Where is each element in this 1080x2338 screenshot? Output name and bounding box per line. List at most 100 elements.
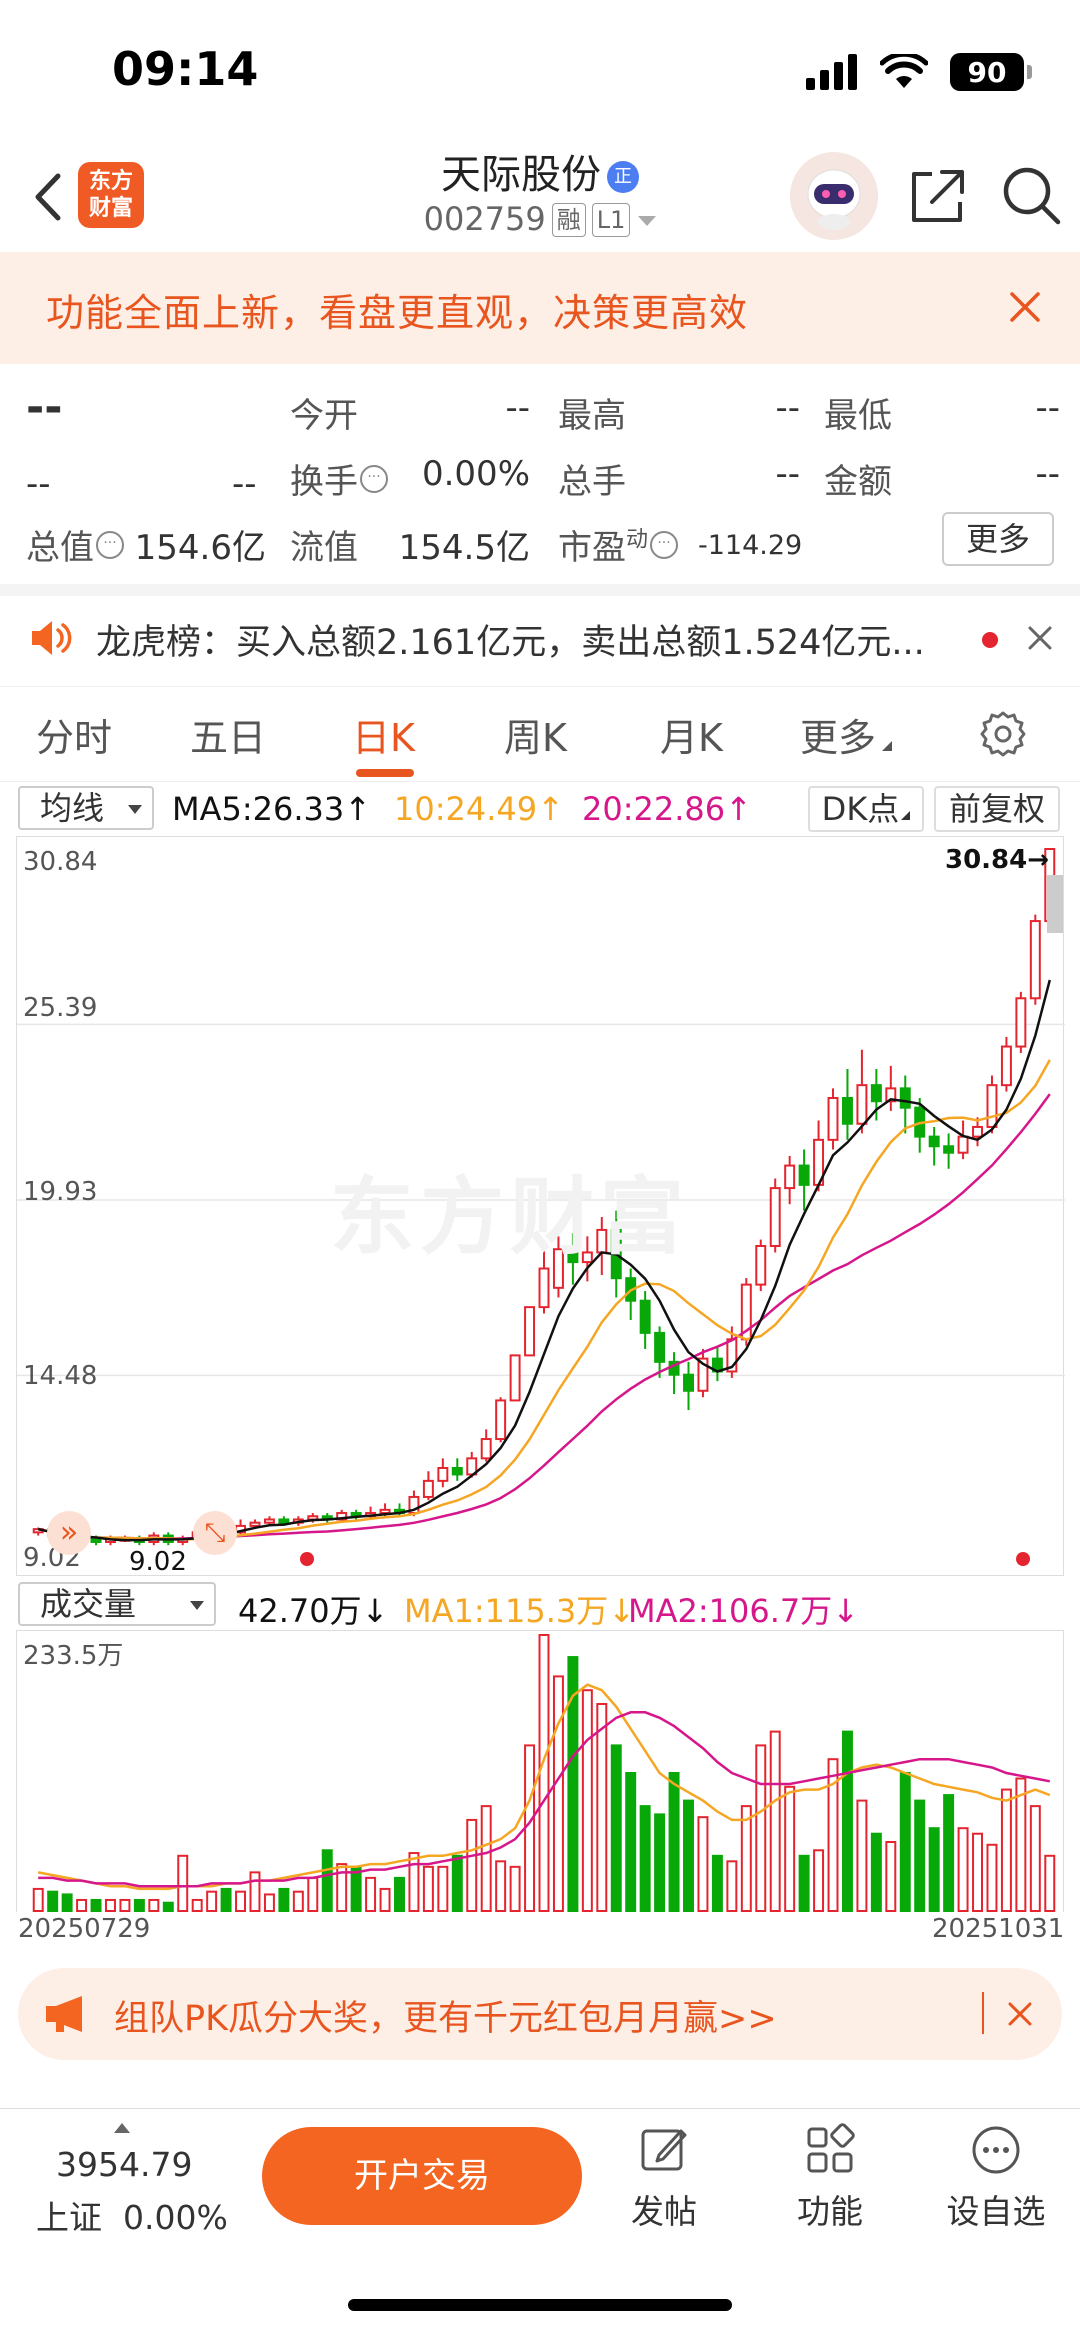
candle-body xyxy=(278,1518,290,1524)
candle-body xyxy=(509,1354,521,1402)
promo-banner[interactable]: 组队PK瓜分大奖，更有千元红包月月赢>> xyxy=(18,1968,1062,2060)
apps-grid-icon xyxy=(807,2123,855,2173)
volume-bar xyxy=(148,1898,160,1912)
info-icon[interactable]: ··· xyxy=(650,531,679,559)
open-account-trade-button[interactable]: 开户交易 xyxy=(262,2127,582,2225)
candle-body xyxy=(480,1438,492,1460)
post-button[interactable]: 发帖 xyxy=(604,2123,724,2233)
volume-bar xyxy=(1044,1854,1056,1913)
volume-bar xyxy=(249,1871,261,1912)
close-icon[interactable] xyxy=(1024,622,1056,654)
candle-body xyxy=(1000,1045,1012,1087)
volume-bar xyxy=(943,1794,955,1912)
low-marker-label: 9.02 xyxy=(129,1547,187,1577)
unread-dot xyxy=(982,632,998,648)
candle-body xyxy=(437,1466,449,1482)
adjust-button[interactable]: 前复权 xyxy=(934,786,1060,832)
dk-point-button[interactable]: DK点 xyxy=(808,786,924,832)
feature-banner[interactable]: 功能全面上新，看盘更直观，决策更高效 xyxy=(0,252,1080,364)
candle-body xyxy=(1029,920,1041,1000)
stock-code: 002759 xyxy=(423,200,546,238)
change-pct-value: -- xyxy=(232,464,257,504)
expand-icon[interactable]: » xyxy=(47,1511,91,1555)
ma10-value: 10:24.49↑ xyxy=(394,790,564,828)
volume-bar xyxy=(437,1865,449,1912)
volume-legend-row: 成交量 42.70万↓ MA1:115.3万↓ MA2:106.7万↓ xyxy=(0,1580,1080,1630)
close-icon[interactable] xyxy=(1004,1998,1036,2030)
tab-more[interactable]: 更多 xyxy=(800,707,893,762)
candle-body xyxy=(422,1479,434,1498)
index-expand-icon[interactable] xyxy=(114,2123,130,2133)
volume-bar xyxy=(914,1799,926,1913)
candle-body xyxy=(538,1267,550,1309)
watermark: 东方财富 xyxy=(330,1168,691,1266)
share-icon[interactable] xyxy=(906,166,968,228)
status-time: 09:14 xyxy=(112,42,259,96)
volume-value: -- xyxy=(775,454,800,494)
level-tag: L1 xyxy=(591,203,631,237)
tab-five-day[interactable]: 五日 xyxy=(190,707,266,762)
chevron-down-icon[interactable] xyxy=(638,216,657,226)
fullscreen-icon[interactable]: ⤡ xyxy=(193,1511,237,1555)
mktcap-label: 总值 ··· xyxy=(26,520,124,569)
status-icons: 90 xyxy=(806,50,1032,94)
gear-icon[interactable] xyxy=(978,709,1028,759)
volume-bar xyxy=(61,1893,73,1913)
info-icon[interactable]: ··· xyxy=(96,531,124,559)
turnover-label: 换手 ··· xyxy=(290,454,388,503)
signal-dot xyxy=(1016,1552,1030,1566)
volume-indicator-select[interactable]: 成交量 xyxy=(18,1582,216,1626)
volume-bar xyxy=(466,1818,478,1912)
candle-body xyxy=(928,1135,940,1148)
ai-robot-avatar[interactable] xyxy=(790,152,878,240)
lhb-text: 龙虎榜：买入总额2.161亿元，卖出总额1.524亿元... xyxy=(96,623,925,663)
more-button[interactable]: 更多 xyxy=(942,512,1054,566)
volume-bar xyxy=(480,1805,492,1912)
search-icon[interactable] xyxy=(1000,164,1064,228)
volume-bar xyxy=(870,1832,882,1912)
open-label: 今开 xyxy=(290,396,358,436)
amount-label: 金额 xyxy=(824,462,892,502)
volume-bar xyxy=(336,1863,348,1912)
status-bar: 09:14 90 xyxy=(0,0,1080,140)
dropdown-arrow-icon xyxy=(128,805,142,814)
volume-bar xyxy=(972,1832,984,1912)
tab-monthly-k[interactable]: 月K xyxy=(660,707,723,762)
signal-dot xyxy=(300,1552,314,1566)
volume-bar xyxy=(813,1849,825,1912)
ma20-value: 20:22.86↑ xyxy=(582,790,752,828)
tab-intraday[interactable]: 分时 xyxy=(36,707,112,762)
volume-bar xyxy=(177,1854,189,1913)
indicator-select[interactable]: 均线 xyxy=(18,786,154,830)
functions-button[interactable]: 功能 xyxy=(770,2123,890,2233)
volume-bar xyxy=(740,1805,752,1912)
quote-panel: -- -- -- 今开 -- 最高 -- 最低 -- 换手 ··· 0.00% 总… xyxy=(0,364,1080,584)
volume-bar xyxy=(76,1898,88,1912)
y-tick-label: 19.93 xyxy=(23,1177,98,1207)
info-icon[interactable]: ··· xyxy=(360,465,388,493)
add-watchlist-button[interactable]: 设自选 xyxy=(936,2123,1056,2233)
index-name-row[interactable]: 上证 0.00% xyxy=(36,2191,228,2239)
volume-bar xyxy=(899,1772,911,1912)
volume-bar xyxy=(1015,1777,1027,1912)
volume-bar xyxy=(784,1785,796,1912)
volume-bar xyxy=(581,1689,593,1913)
dragon-tiger-notice[interactable]: 龙虎榜：买入总额2.161亿元，卖出总额1.524亿元... xyxy=(0,590,1080,686)
pe-value: -114.29 xyxy=(698,530,803,561)
tab-weekly-k[interactable]: 周K xyxy=(504,707,567,762)
volume-bar xyxy=(639,1805,651,1912)
candle-body xyxy=(1015,997,1027,1048)
volume-bar xyxy=(206,1890,218,1912)
end-date-label: 20251031 xyxy=(932,1914,1065,1944)
close-icon[interactable] xyxy=(1000,282,1050,332)
volume-label: 总手 xyxy=(558,462,626,502)
candle-body xyxy=(769,1187,781,1248)
candle-body xyxy=(986,1084,998,1128)
tab-daily-k[interactable]: 日K xyxy=(352,707,415,762)
cellular-signal-icon xyxy=(806,54,857,90)
volume-bar xyxy=(509,1865,521,1912)
amount-value: -- xyxy=(1035,454,1060,494)
volume-bar xyxy=(625,1772,637,1912)
candle-body xyxy=(263,1518,275,1524)
volume-chart[interactable]: 233.5万 xyxy=(16,1630,1064,1913)
